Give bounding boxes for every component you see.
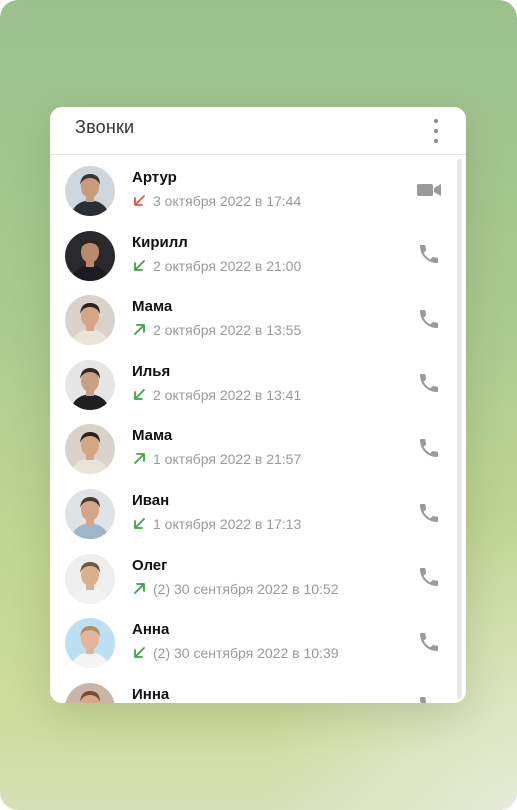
avatar[interactable] bbox=[65, 166, 115, 216]
call-meta: (2) 30 сентября 2022 в 10:39 bbox=[132, 645, 339, 661]
contact-name: Иван bbox=[132, 492, 170, 509]
call-datetime: 1 октября 2022 в 17:13 bbox=[153, 516, 302, 532]
panel-header: Звонки bbox=[50, 107, 466, 155]
outgoing-call-arrow-icon bbox=[134, 582, 145, 594]
contact-name: Илья bbox=[132, 362, 171, 380]
contact-name: Инна bbox=[132, 685, 170, 703]
call-row[interactable]: Кирилл 2 октября 2022 в 21:00 bbox=[50, 228, 452, 292]
contact-name: Олег bbox=[132, 556, 168, 574]
kebab-dot bbox=[434, 129, 438, 133]
call-button[interactable] bbox=[414, 371, 444, 401]
call-meta: 1 октября 2022 в 21:57 bbox=[132, 451, 301, 467]
contact-name: Анна bbox=[132, 621, 170, 639]
avatar[interactable] bbox=[65, 424, 115, 475]
phone-icon bbox=[417, 436, 441, 465]
incoming-call-arrow-icon bbox=[134, 647, 145, 659]
avatar[interactable] bbox=[65, 359, 115, 410]
contact-name: Мама bbox=[132, 427, 173, 445]
call-datetime: 3 октября 2022 в 17:44 bbox=[153, 193, 302, 209]
phone-icon bbox=[417, 565, 441, 594]
calls-panel: Звонки Артур 3 октября 2022 в 17:44 Кирил… bbox=[50, 107, 466, 703]
more-vertical-icon[interactable] bbox=[428, 119, 444, 143]
kebab-dot bbox=[434, 139, 438, 143]
incoming-call-arrow-icon bbox=[134, 518, 145, 529]
video-camera-icon bbox=[416, 178, 442, 207]
call-row[interactable]: Артур 3 октября 2022 в 17:44 bbox=[50, 163, 452, 227]
outgoing-call-arrow-icon bbox=[134, 324, 145, 336]
call-meta: 2 октября 2022 в 13:41 bbox=[132, 387, 301, 403]
phone-icon bbox=[417, 694, 441, 703]
call-meta: 2 октября 2022 в 13:55 bbox=[132, 322, 301, 338]
scrollbar[interactable] bbox=[457, 159, 462, 699]
call-button[interactable] bbox=[414, 500, 444, 530]
call-button[interactable] bbox=[414, 242, 444, 272]
call-meta: 2 октября 2022 в 21:00 bbox=[132, 258, 301, 274]
call-datetime: 2 октября 2022 в 13:55 bbox=[153, 322, 302, 339]
call-row[interactable]: Иван 1 октября 2022 в 17:13 bbox=[50, 486, 452, 550]
missed-call-arrow-icon bbox=[134, 195, 145, 206]
avatar[interactable] bbox=[65, 682, 115, 703]
call-row[interactable]: Инна bbox=[50, 680, 452, 703]
call-meta: (2) 30 сентября 2022 в 10:52 bbox=[132, 581, 339, 597]
outgoing-call-arrow-icon bbox=[134, 453, 145, 465]
avatar[interactable] bbox=[65, 489, 115, 539]
call-meta: 3 октября 2022 в 17:44 bbox=[132, 193, 301, 209]
avatar[interactable] bbox=[65, 230, 115, 281]
call-row[interactable]: Олег (2) 30 сентября 2022 в 10:52 bbox=[50, 551, 452, 615]
avatar[interactable] bbox=[65, 553, 115, 604]
call-row[interactable]: Анна (2) 30 сентября 2022 в 10:39 bbox=[50, 615, 452, 679]
call-datetime: (2) 30 сентября 2022 в 10:52 bbox=[153, 580, 339, 597]
call-button[interactable] bbox=[414, 435, 444, 465]
call-meta: 1 октября 2022 в 17:13 bbox=[132, 516, 301, 532]
call-datetime: (2) 30 сентября 2022 в 10:39 bbox=[153, 645, 339, 662]
incoming-call-arrow-icon bbox=[134, 259, 145, 271]
incoming-call-arrow-icon bbox=[134, 388, 145, 400]
call-button[interactable] bbox=[414, 629, 444, 659]
call-row[interactable]: Мама 1 октября 2022 в 21:57 bbox=[50, 421, 452, 485]
call-button[interactable] bbox=[414, 694, 444, 703]
page-title: Звонки bbox=[75, 117, 135, 137]
phone-icon bbox=[417, 371, 441, 400]
call-datetime: 2 октября 2022 в 13:41 bbox=[153, 386, 302, 403]
call-datetime: 2 октября 2022 в 21:00 bbox=[153, 257, 302, 274]
phone-icon bbox=[417, 501, 441, 530]
phone-icon bbox=[417, 630, 441, 659]
phone-icon bbox=[417, 307, 441, 336]
call-datetime: 1 октября 2022 в 21:57 bbox=[153, 451, 302, 468]
call-row[interactable]: Илья 2 октября 2022 в 13:41 bbox=[50, 357, 452, 421]
call-button[interactable] bbox=[414, 306, 444, 336]
call-row[interactable]: Мама 2 октября 2022 в 13:55 bbox=[50, 292, 452, 356]
kebab-dot bbox=[434, 119, 438, 123]
avatar[interactable] bbox=[65, 618, 115, 669]
avatar[interactable] bbox=[65, 295, 115, 346]
contact-name: Артур bbox=[132, 169, 177, 186]
call-button[interactable] bbox=[414, 565, 444, 595]
video-call-button[interactable] bbox=[414, 177, 444, 207]
contact-name: Кирилл bbox=[132, 233, 188, 251]
phone-icon bbox=[417, 242, 441, 271]
contact-name: Мама bbox=[132, 298, 173, 316]
call-list[interactable]: Артур 3 октября 2022 в 17:44 Кирилл 2 октя… bbox=[50, 155, 466, 703]
